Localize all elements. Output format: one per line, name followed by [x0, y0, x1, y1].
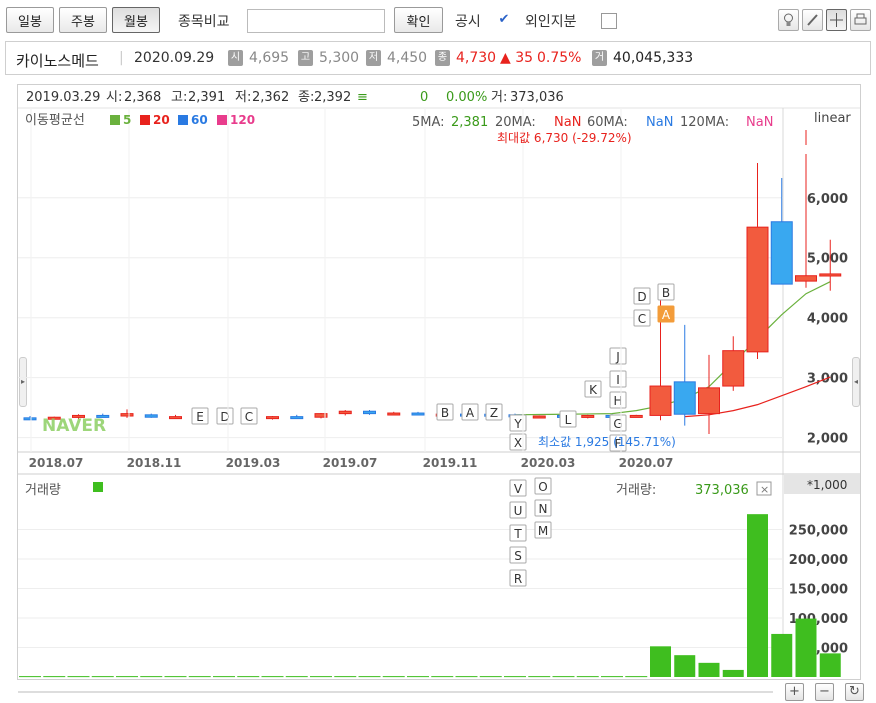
stock-low: 4,450: [387, 50, 428, 66]
stock-high: 5,300: [319, 50, 360, 66]
stock-change-pct: 0.75%: [537, 50, 582, 66]
daily-button[interactable]: 일봉: [6, 7, 54, 33]
foreign-ownership-checkbox[interactable]: [601, 13, 617, 29]
chart-frame: [17, 84, 861, 680]
disclosure-label: 공시: [455, 14, 481, 30]
stock-close: 4,730: [456, 50, 497, 66]
foreign-ownership-label: 외인지분: [525, 14, 577, 30]
toolbar: 일봉 주봉 월봉 종목비교 확인 공시 ✔ 외인지분: [0, 0, 876, 40]
divider: |: [119, 50, 124, 66]
monthly-button[interactable]: 월봉: [112, 7, 160, 33]
compare-label: 종목비교: [178, 14, 230, 30]
refresh-icon[interactable]: ↻: [845, 683, 864, 701]
disclosure-checkbox[interactable]: ✔: [496, 13, 512, 29]
zoom-out-icon[interactable]: −: [815, 683, 834, 701]
stock-open: 4,695: [249, 50, 290, 66]
stock-change: ▲ 35: [500, 50, 534, 66]
right-scroll-handle[interactable]: ◂: [852, 357, 860, 407]
weekly-button[interactable]: 주봉: [59, 7, 107, 33]
stock-info-bar: 카이노스메드 | 2020.09.29 시 4,695 고 5,300 저 4,…: [5, 41, 871, 75]
compare-input[interactable]: [247, 9, 385, 33]
open-badge: 시: [228, 50, 243, 66]
left-scroll-handle[interactable]: ▸: [19, 357, 27, 407]
horizontal-scrollbar[interactable]: [18, 691, 773, 693]
close-badge: 종: [435, 50, 450, 66]
high-badge: 고: [298, 50, 313, 66]
stock-volume: 40,045,333: [613, 50, 694, 66]
stock-name: 카이노스메드: [16, 52, 99, 70]
pencil-icon[interactable]: [802, 9, 823, 31]
print-icon[interactable]: [850, 9, 871, 31]
crosshair-icon[interactable]: [826, 9, 847, 31]
volume-badge: 거: [592, 50, 607, 66]
zoom-in-icon[interactable]: +: [785, 683, 804, 701]
low-badge: 저: [366, 50, 381, 66]
confirm-button[interactable]: 확인: [394, 7, 443, 33]
bulb-icon[interactable]: [778, 9, 799, 31]
stock-date: 2020.09.29: [134, 50, 215, 66]
